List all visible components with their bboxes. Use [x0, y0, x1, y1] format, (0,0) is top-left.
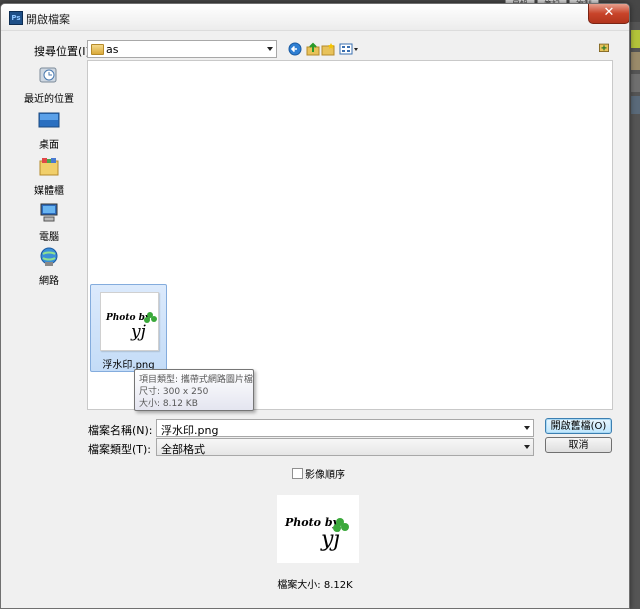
close-button[interactable]: ✕: [588, 4, 629, 24]
network-icon: [40, 247, 58, 266]
file-tooltip: 項目類型: 攜帶式網路圖片檔 尺寸: 300 x 250 大小: 8.12 KB: [134, 369, 254, 411]
place-desktop[interactable]: 桌面: [17, 111, 81, 151]
folder-icon: [91, 44, 104, 55]
place-recent[interactable]: 最近的位置: [17, 65, 81, 105]
place-label: 桌面: [39, 140, 59, 151]
search-location-label: 搜尋位置(I):: [34, 45, 94, 58]
file-list-view[interactable]: Photo by yj 浮水印.png: [87, 60, 613, 410]
open-file-dialog: Ps 開啟檔案 ✕ 搜尋位置(I): as 最近的位置 桌面 媒體櫃 電腦 網路…: [0, 3, 630, 609]
desktop-icon: [38, 112, 60, 128]
file-thumbnail: Photo by yj: [100, 292, 159, 351]
current-folder: as: [106, 43, 119, 56]
back-icon[interactable]: [288, 42, 302, 56]
recent-places-icon: [39, 67, 57, 83]
watermark-image: Photo by yj: [284, 516, 349, 552]
place-label: 最近的位置: [24, 94, 74, 105]
chevron-down-icon: [524, 445, 530, 449]
chevron-down-icon: [524, 426, 530, 430]
place-label: 媒體櫃: [34, 186, 64, 197]
image-sequence-checkbox[interactable]: [292, 468, 303, 479]
cancel-button[interactable]: 取消: [545, 437, 612, 453]
place-label: 電腦: [39, 232, 59, 243]
background-swatch-panel: [629, 22, 640, 609]
open-button[interactable]: 開啟舊檔(O): [545, 418, 612, 434]
place-label: 網路: [39, 276, 59, 287]
preview-image: Photo by yj: [277, 495, 359, 563]
computer-icon: [40, 203, 58, 222]
title-bar: Ps 開啟檔案 ✕: [1, 4, 629, 31]
libraries-icon: [39, 158, 59, 176]
file-item[interactable]: Photo by yj 浮水印.png: [90, 284, 167, 372]
watermark-image: Photo by yj: [105, 312, 157, 342]
new-folder-icon[interactable]: [321, 42, 335, 56]
new-folder-shortcut-icon[interactable]: [598, 42, 610, 52]
up-folder-icon[interactable]: [306, 42, 320, 56]
window-title: 開啟檔案: [26, 13, 70, 26]
preview-file-size: 檔案大小: 8.12K: [277, 580, 353, 591]
image-sequence-label: 影像順序: [305, 470, 345, 481]
filetype-value: 全部格式: [161, 443, 205, 456]
svg-text:yj: yj: [130, 322, 147, 342]
place-libraries[interactable]: 媒體櫃: [17, 157, 81, 197]
filetype-label: 檔案類型(T):: [88, 443, 152, 456]
filename-input[interactable]: 浮水印.png: [156, 419, 534, 437]
filetype-select[interactable]: 全部格式: [156, 438, 534, 456]
filename-label: 檔案名稱(N):: [88, 424, 153, 437]
view-menu-icon[interactable]: [339, 42, 359, 56]
filename-value: 浮水印.png: [161, 424, 219, 437]
place-computer[interactable]: 電腦: [17, 203, 81, 243]
place-network[interactable]: 網路: [17, 247, 81, 287]
photoshop-app-icon: Ps: [9, 11, 23, 25]
tooltip-size: 大小: 8.12 KB: [139, 399, 198, 409]
location-dropdown[interactable]: as: [87, 40, 277, 58]
chevron-down-icon: [267, 47, 273, 51]
